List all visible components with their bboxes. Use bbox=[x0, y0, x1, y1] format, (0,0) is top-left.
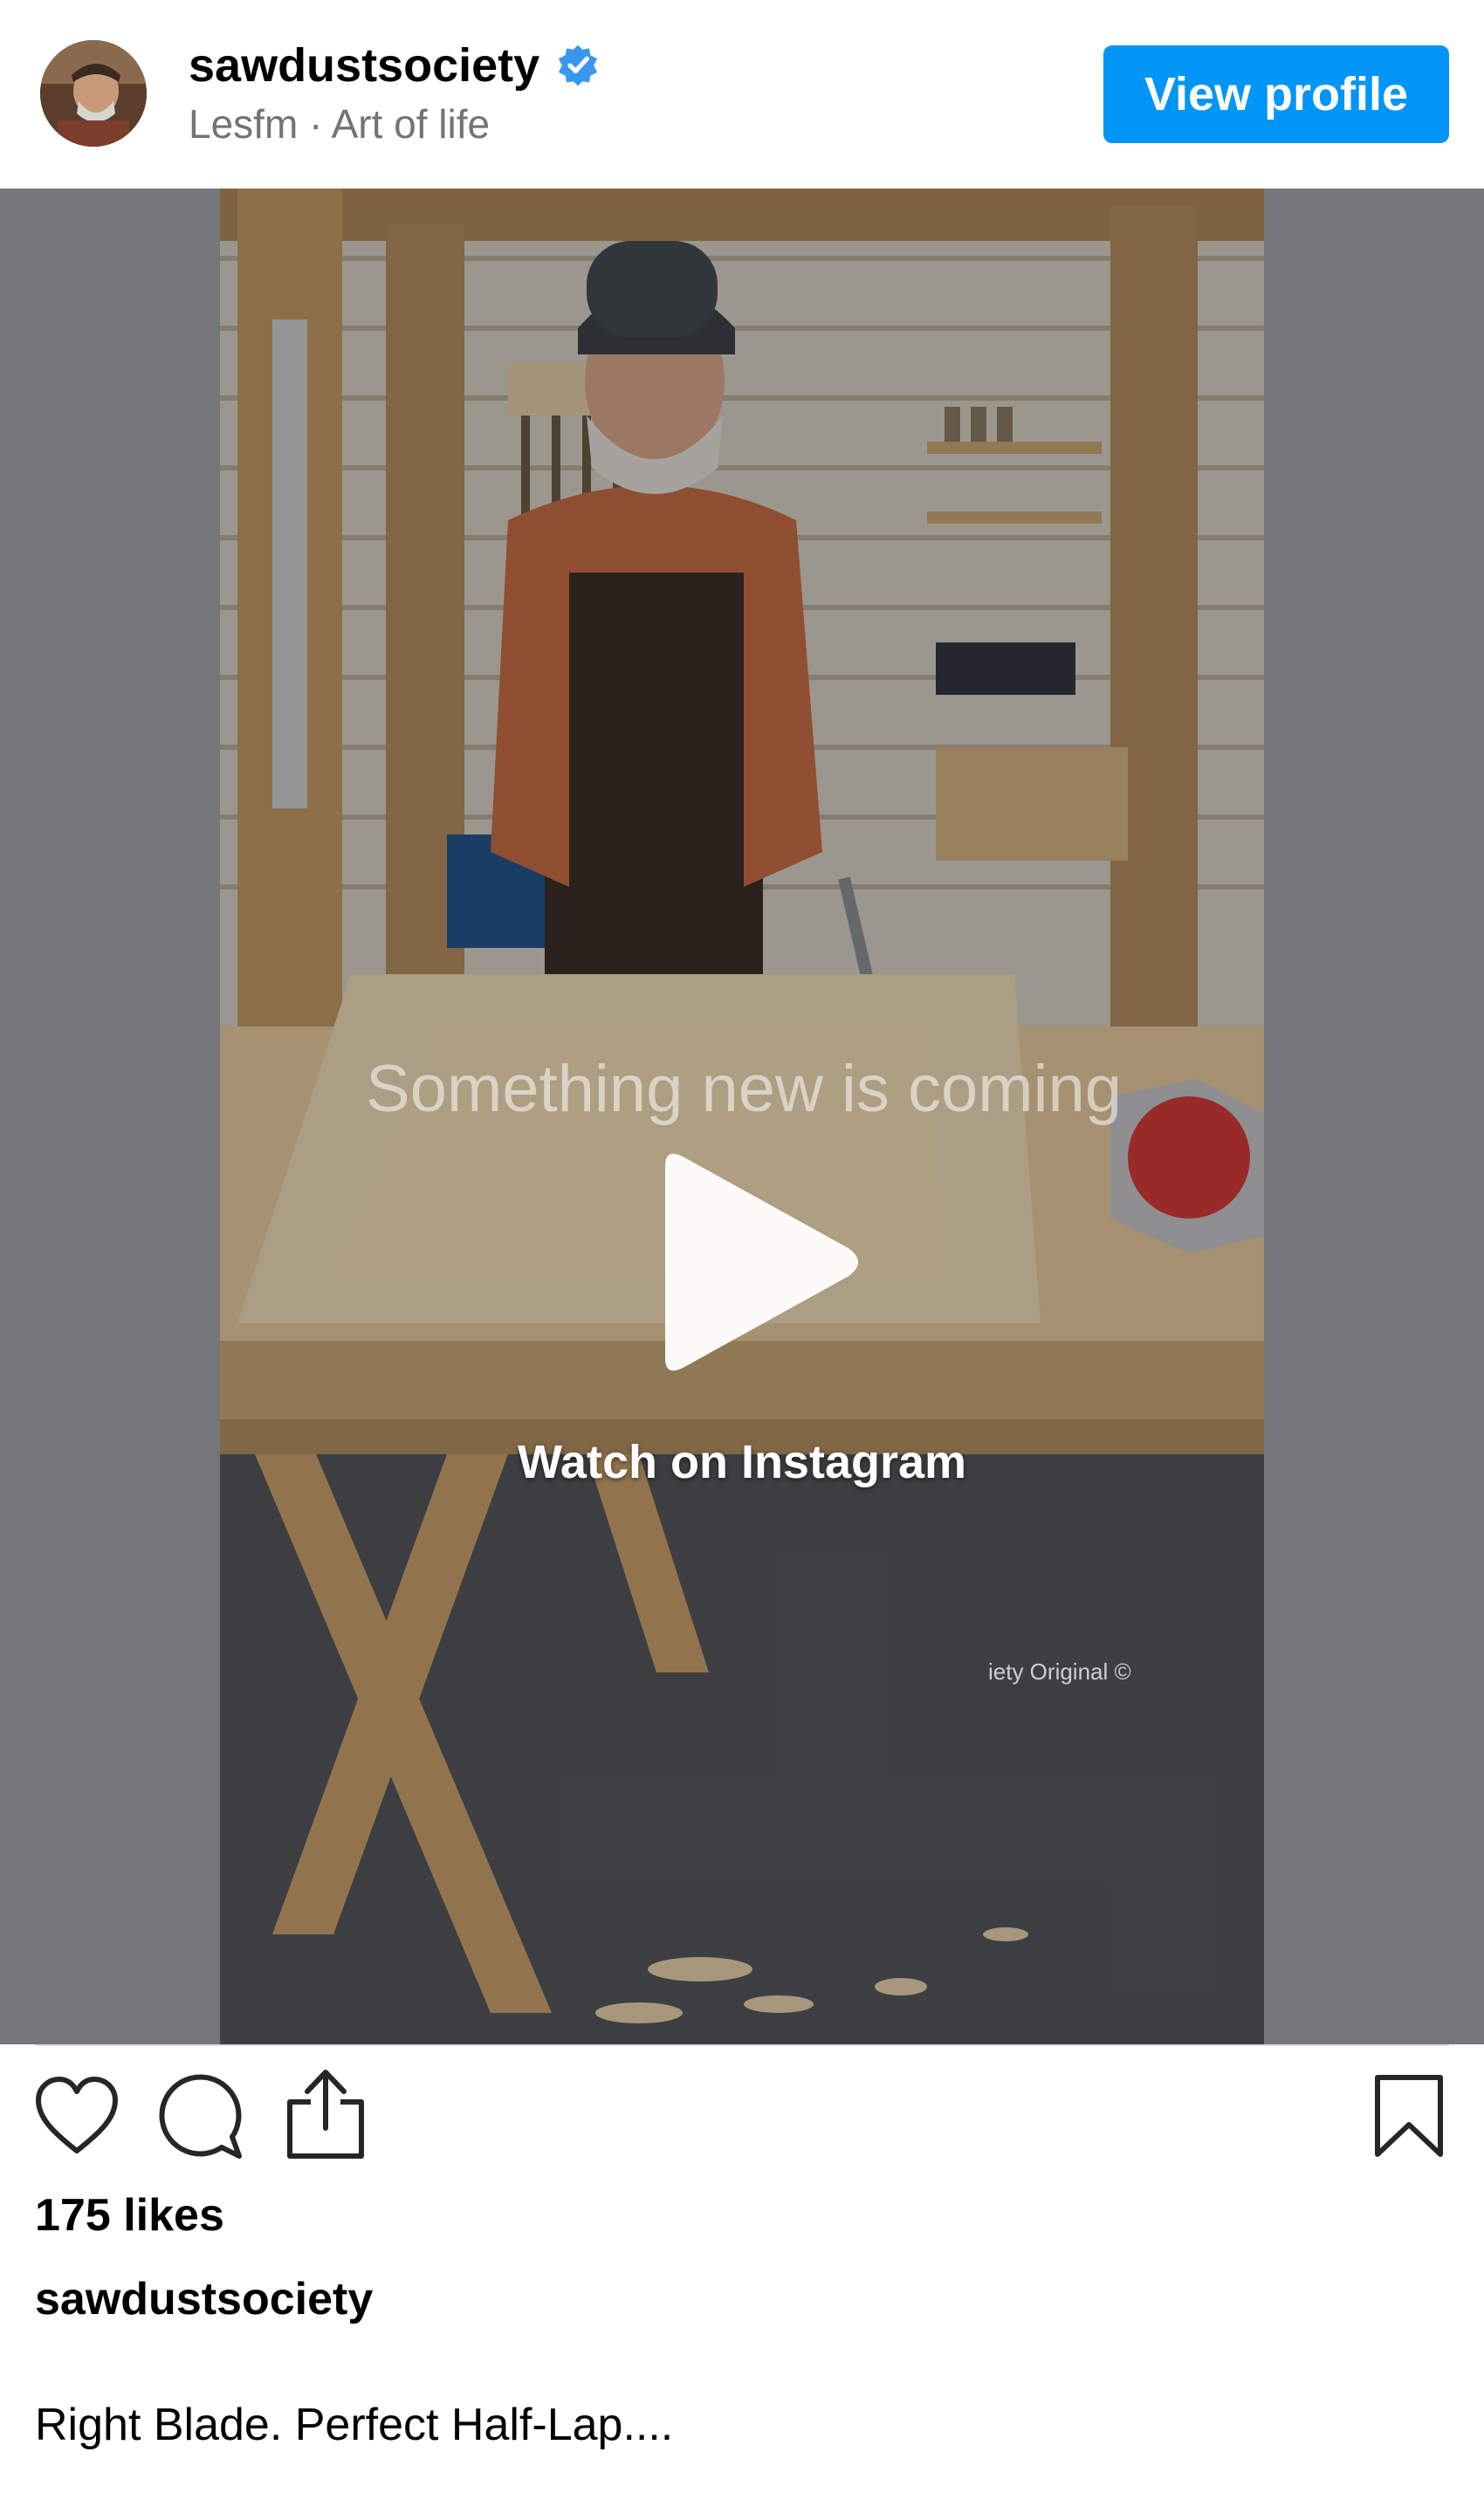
watch-on-instagram-link[interactable]: Watch on Instagram bbox=[436, 1435, 1048, 1489]
divider bbox=[35, 2044, 1449, 2046]
instagram-embed: sawdustsociety Lesfm · Art of life View … bbox=[0, 0, 1484, 2493]
bookmark-icon[interactable] bbox=[1372, 2072, 1446, 2160]
username: sawdustsociety bbox=[189, 39, 540, 92]
media-area[interactable]: Something new is coming iety Original © … bbox=[0, 189, 1484, 2044]
comment-icon[interactable] bbox=[157, 2074, 244, 2161]
video-overlay-text: Something new is coming bbox=[366, 1052, 1122, 1126]
avatar[interactable] bbox=[40, 40, 147, 147]
video-frame[interactable]: Something new is coming iety Original © bbox=[220, 189, 1264, 2044]
heart-icon[interactable] bbox=[33, 2074, 120, 2158]
audio-subtitle[interactable]: Lesfm · Art of life bbox=[189, 98, 490, 150]
play-icon[interactable] bbox=[639, 1147, 866, 1377]
video-watermark: iety Original © bbox=[988, 1659, 1131, 1685]
caption-text: Right Blade. Perfect Half-Lap.... bbox=[35, 2400, 674, 2450]
caption-username[interactable]: sawdustsociety bbox=[35, 2271, 373, 2327]
username-link[interactable]: sawdustsociety bbox=[189, 37, 601, 94]
share-icon[interactable] bbox=[285, 2067, 367, 2161]
likes-count[interactable]: 175 likes bbox=[35, 2187, 224, 2243]
view-profile-button[interactable]: View profile bbox=[1103, 45, 1449, 143]
post-header: sawdustsociety Lesfm · Art of life View … bbox=[0, 0, 1484, 189]
verified-badge-icon bbox=[559, 45, 598, 86]
